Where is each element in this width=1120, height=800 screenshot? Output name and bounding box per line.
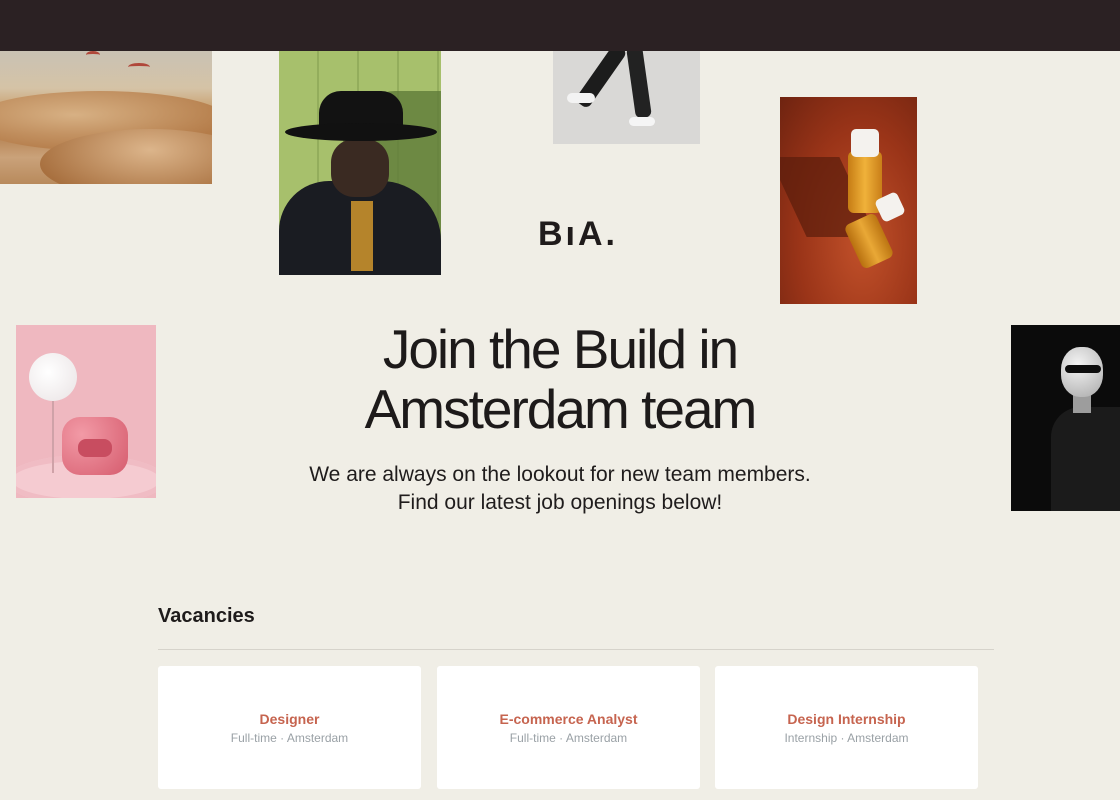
vacancy-separator: · [840, 731, 845, 745]
vacancy-location: Amsterdam [565, 731, 628, 745]
walking-legs-photo [553, 51, 700, 144]
hero-subtitle-line-1: We are always on the lookout for new tea… [309, 463, 811, 486]
vacancy-meta: Internship · Amsterdam [715, 731, 978, 745]
vacancy-card-ecommerce-analyst[interactable]: E-commerce Analyst Full-time · Amsterdam [437, 666, 700, 789]
vacancy-title[interactable]: Design Internship [715, 711, 978, 727]
vacancy-card-designer[interactable]: Designer Full-time · Amsterdam [158, 666, 421, 789]
hero-title-line-2: Amsterdam team [364, 378, 758, 440]
vacancy-location: Amsterdam [847, 731, 909, 745]
vacancy-title[interactable]: E-commerce Analyst [437, 711, 700, 727]
vacancy-meta: Full-time · Amsterdam [437, 731, 700, 745]
brand-logo[interactable]: BıA. [538, 215, 618, 254]
vacancy-title[interactable]: Designer [158, 711, 421, 727]
hero-title: Join the Build in Amsterdam team [0, 319, 1120, 439]
section-divider [158, 649, 994, 650]
oil-bottles-photo [780, 97, 917, 304]
vacancy-separator: · [280, 731, 285, 745]
vacancies-heading: Vacancies [158, 605, 255, 627]
vacancy-meta: Full-time · Amsterdam [158, 731, 421, 745]
desert-photo [0, 51, 212, 184]
hero-subtitle: We are always on the lookout for new tea… [0, 461, 1120, 517]
vacancy-type: Full-time [230, 731, 277, 745]
hero-title-line-1: Join the Build in [382, 318, 739, 380]
browser-top-bar [0, 0, 1120, 51]
vacancy-card-design-internship[interactable]: Design Internship Internship · Amsterdam [715, 666, 978, 789]
hero-subtitle-line-2: Find our latest job openings below! [397, 491, 723, 514]
man-with-hat-photo [279, 51, 441, 275]
careers-page: BıA. Join the Build in Amsterdam team We… [0, 51, 1120, 800]
vacancy-location: Amsterdam [286, 731, 349, 745]
vacancy-type: Full-time [509, 731, 556, 745]
vacancy-type: Internship [784, 731, 838, 745]
vacancy-separator: · [559, 731, 564, 745]
